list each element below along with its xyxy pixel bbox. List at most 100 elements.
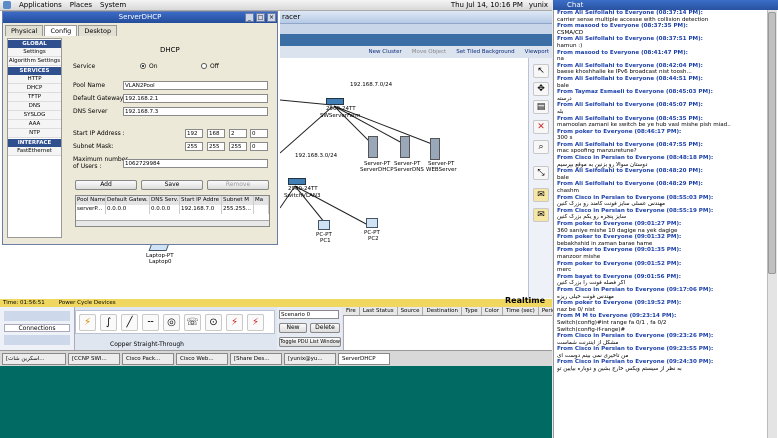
sidebar-item-fastethernet[interactable]: FastEthernet: [8, 147, 61, 156]
column-header[interactable]: Fire: [343, 307, 360, 315]
resize-icon[interactable]: ⤡: [533, 166, 549, 180]
add-button[interactable]: Add: [75, 180, 137, 190]
note-icon[interactable]: ▤: [533, 100, 549, 114]
move-icon[interactable]: ✥: [533, 82, 549, 96]
serial-dte-icon[interactable]: ⚡: [247, 314, 264, 331]
server-icon[interactable]: [400, 136, 410, 158]
pc-icon[interactable]: [366, 218, 378, 228]
column-header[interactable]: Ma: [254, 196, 269, 205]
clock[interactable]: Thu Jul 14, 10:16 PM: [451, 1, 523, 9]
sidebar-item-algorithm[interactable]: Algorithm Settings: [8, 57, 61, 66]
delete-icon[interactable]: ✕: [533, 120, 549, 134]
pc-icon[interactable]: [318, 220, 330, 230]
column-header[interactable]: Pool Name: [76, 196, 106, 205]
switch-icon[interactable]: [326, 98, 344, 105]
connections-label[interactable]: Connections: [4, 324, 70, 332]
taskbar-item[interactable]: [Share Des...: [230, 352, 282, 365]
menu-applications[interactable]: Applications: [19, 1, 62, 9]
connection-type-icons[interactable]: [4, 335, 70, 345]
start-ip-octet-4[interactable]: 0: [250, 129, 268, 138]
console-cable-icon[interactable]: ∫: [100, 314, 117, 331]
toggle-pdu-list-button[interactable]: Toggle PDU List Window: [279, 337, 341, 347]
new-scenario-button[interactable]: New: [279, 323, 307, 333]
gateway-field[interactable]: 192.168.2.1: [123, 94, 268, 103]
viewport-button[interactable]: Viewport: [525, 49, 549, 55]
menu-places[interactable]: Places: [70, 1, 92, 9]
crossover-cable-icon[interactable]: ╌: [142, 314, 159, 331]
remove-button[interactable]: Remove: [207, 180, 269, 190]
column-header[interactable]: Subnet M: [222, 196, 254, 205]
phone-cable-icon[interactable]: ☏: [184, 314, 201, 331]
start-ip-octet-3[interactable]: 2: [229, 129, 247, 138]
power-cycle-button[interactable]: Power Cycle Devices: [59, 299, 116, 307]
table-scrollbar[interactable]: [76, 220, 269, 226]
column-header[interactable]: Destination: [423, 307, 463, 315]
sidebar-item-dns[interactable]: DNS: [8, 102, 61, 111]
pool-name-field[interactable]: VLAN2Pool: [123, 81, 268, 90]
column-header[interactable]: Last Status: [360, 307, 398, 315]
delete-scenario-button[interactable]: Delete: [310, 323, 340, 333]
column-header[interactable]: Time (sec): [503, 307, 539, 315]
subnet-octet-2[interactable]: 255: [207, 142, 225, 151]
column-header[interactable]: DNS Serv.: [150, 196, 180, 205]
inspect-icon[interactable]: ⌕: [533, 140, 549, 154]
serial-dce-icon[interactable]: ⚡: [226, 314, 243, 331]
subnet-octet-1[interactable]: 255: [185, 142, 203, 151]
switch-icon[interactable]: [288, 178, 306, 185]
server-icon[interactable]: [430, 138, 440, 160]
user-menu[interactable]: yunix: [529, 1, 548, 9]
straight-through-cable-icon[interactable]: ╱: [121, 314, 138, 331]
tab-config[interactable]: Config: [44, 25, 78, 36]
start-ip-octet-2[interactable]: 168: [207, 129, 225, 138]
chat-message-text: baese khoshhalie ke IPv6 broadcast nist …: [557, 69, 692, 76]
tab-desktop[interactable]: Desktop: [78, 25, 118, 36]
start-ip-octet-1[interactable]: 192: [185, 129, 203, 138]
taskbar-item[interactable]: ServerDHCP: [338, 352, 390, 365]
dns-server-field[interactable]: 192.168.7.3: [123, 107, 268, 116]
taskbar-item[interactable]: Cisco Pack...: [122, 352, 174, 365]
save-button[interactable]: Save: [141, 180, 203, 190]
column-header[interactable]: Start IP Addre: [180, 196, 222, 205]
simple-pdu-icon[interactable]: ✉: [533, 188, 549, 202]
sidebar-item-aaa[interactable]: AAA: [8, 120, 61, 129]
subnet-octet-3[interactable]: 255: [229, 142, 247, 151]
tab-physical[interactable]: Physical: [5, 25, 44, 36]
taskbar-item[interactable]: [yunix@yu...: [284, 352, 336, 365]
realtime-label[interactable]: Realtime: [505, 296, 545, 305]
coaxial-cable-icon[interactable]: ⊙: [205, 314, 222, 331]
menu-system[interactable]: System: [100, 1, 126, 9]
column-header[interactable]: Default Gatew.: [106, 196, 150, 205]
sidebar-item-dhcp[interactable]: DHCP: [8, 84, 61, 93]
sidebar-item-http[interactable]: HTTP: [8, 75, 61, 84]
column-header[interactable]: Color: [482, 307, 504, 315]
max-users-field[interactable]: 1062729984: [123, 159, 268, 168]
maximize-icon[interactable]: □: [256, 13, 265, 22]
scenario-select[interactable]: Scenario 0: [279, 310, 339, 319]
chat-scrollbar-thumb[interactable]: [768, 12, 776, 274]
sidebar-item-ntp[interactable]: NTP: [8, 129, 61, 138]
taskbar-item[interactable]: [CCNP SWI...: [68, 352, 120, 365]
server-icon[interactable]: [368, 136, 378, 158]
column-header[interactable]: Source: [398, 307, 424, 315]
taskbar-item[interactable]: [اسکرین شات...: [2, 352, 66, 365]
sidebar-item-settings[interactable]: Settings: [8, 48, 61, 57]
subnet-octet-4[interactable]: 0: [250, 142, 268, 151]
service-off-radio[interactable]: [201, 63, 207, 69]
device-category-icons[interactable]: [4, 311, 70, 321]
minimize-icon[interactable]: _: [245, 13, 254, 22]
new-cluster-button[interactable]: New Cluster: [369, 49, 402, 55]
complex-pdu-icon[interactable]: ✉: [533, 208, 549, 222]
service-on-radio[interactable]: [140, 63, 146, 69]
close-icon[interactable]: ×: [267, 13, 276, 22]
auto-cable-icon[interactable]: ⚡: [79, 314, 96, 331]
taskbar-item[interactable]: Cisco Web...: [176, 352, 228, 365]
select-icon[interactable]: ↖: [533, 64, 549, 78]
fiber-cable-icon[interactable]: ◎: [163, 314, 180, 331]
network-canvas[interactable]: 192.168.7.0/24 2960-24TT SWServerFarm Se…: [280, 58, 528, 298]
column-header[interactable]: Type: [462, 307, 482, 315]
sidebar-item-syslog[interactable]: SYSLOG: [8, 111, 61, 120]
move-object-button[interactable]: Move Object: [412, 49, 446, 55]
sidebar-item-tftp[interactable]: TFTP: [8, 93, 61, 102]
table-row[interactable]: serverP... 0.0.0.0 0.0.0.0 192.168.7.0 2…: [76, 205, 269, 214]
tiled-background-button[interactable]: Set Tiled Background: [456, 49, 514, 55]
